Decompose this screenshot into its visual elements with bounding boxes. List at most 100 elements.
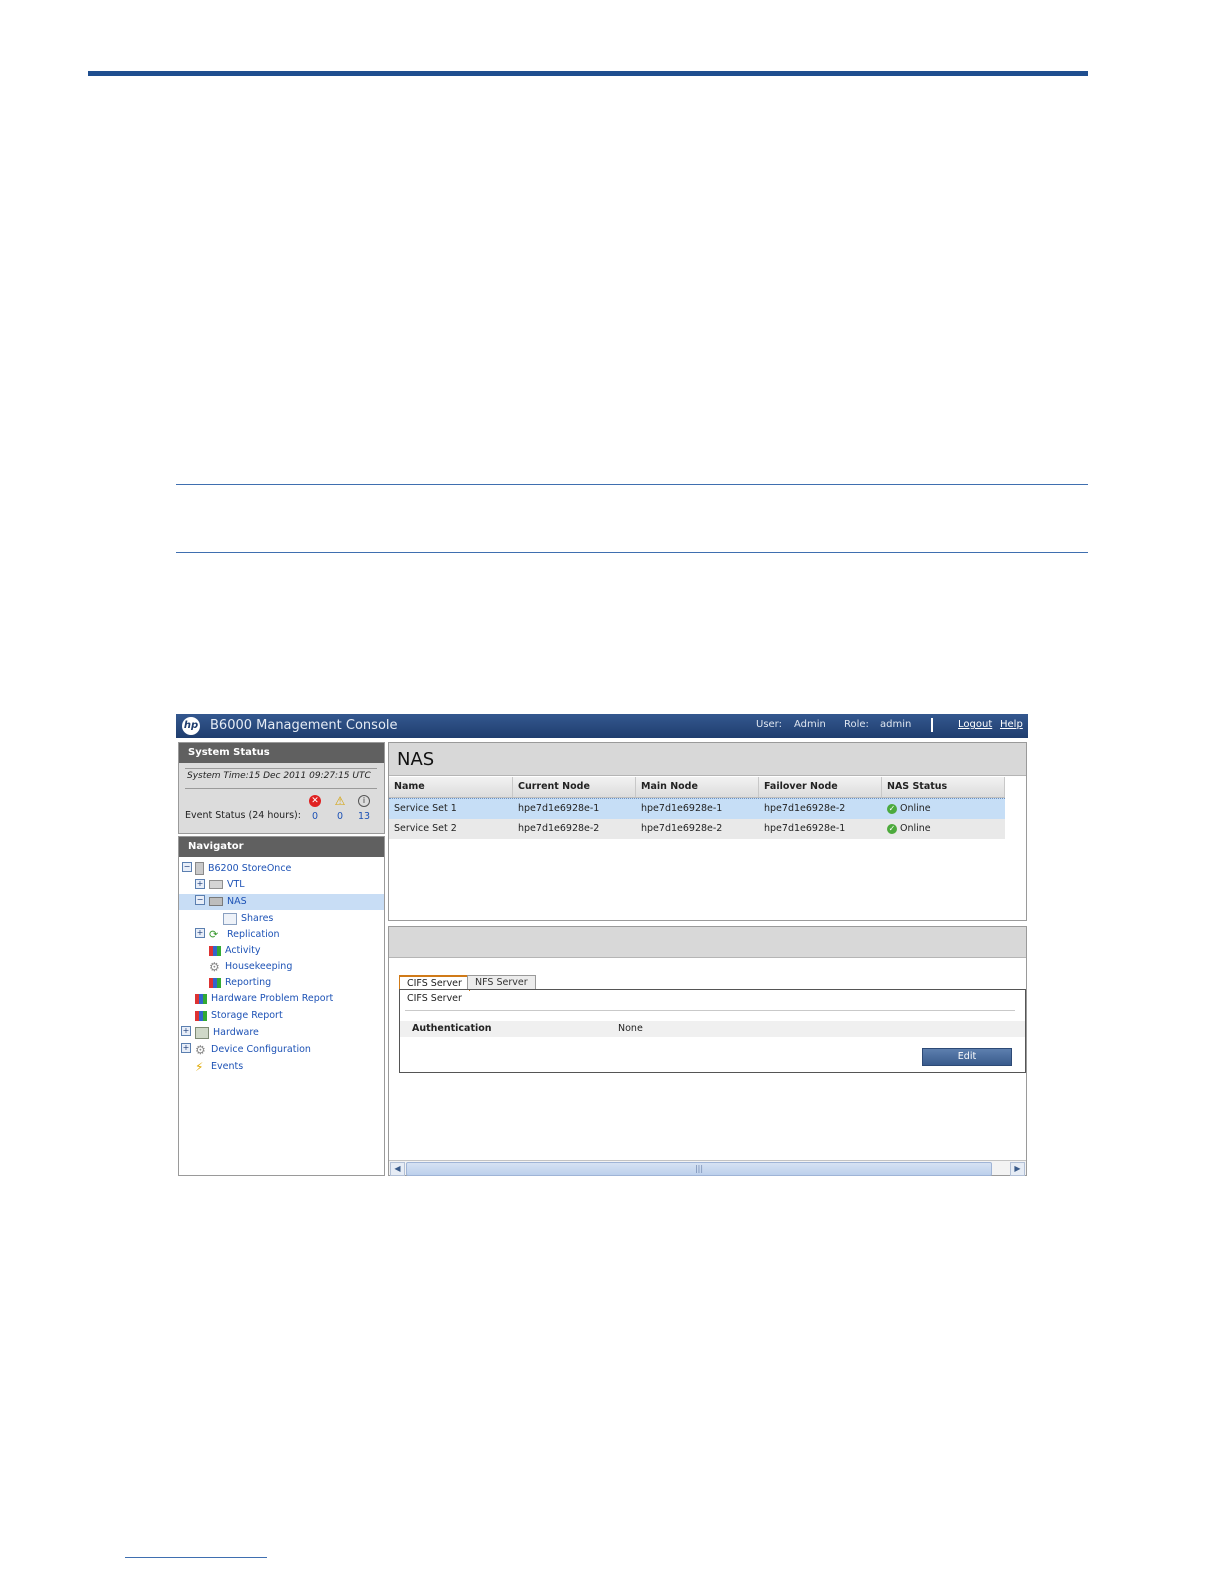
nav-label: Storage Report: [211, 1010, 283, 1021]
hp-logo-icon: hp: [182, 717, 200, 735]
edit-button[interactable]: Edit: [922, 1048, 1012, 1066]
gear-icon: ⚙: [209, 959, 220, 974]
nav-label: Events: [211, 1061, 244, 1072]
collapse-icon[interactable]: −: [195, 895, 205, 905]
user-value: Admin: [794, 719, 826, 730]
hardware-icon: [195, 1026, 209, 1039]
cell-current-node: hpe7d1e6928e-1: [518, 803, 600, 814]
divider: [185, 788, 377, 789]
error-icon: ✕: [309, 795, 321, 807]
cell-main-node: hpe7d1e6928e-1: [641, 803, 723, 814]
nav-label: Reporting: [225, 977, 272, 988]
cell-name: Service Set 1: [394, 803, 457, 814]
nav-label: VTL: [227, 879, 245, 890]
nav-label: Replication: [227, 929, 280, 940]
detail-panel-header: [389, 927, 1026, 958]
nav-label: Housekeeping: [225, 961, 293, 972]
nav-item-shares[interactable]: Shares: [223, 911, 273, 926]
info-count[interactable]: 13: [358, 811, 370, 822]
tape-library-icon: [209, 880, 223, 889]
cell-status: ✓ Online: [882, 819, 1005, 839]
divider: [405, 1010, 1015, 1011]
server-icon: [195, 862, 204, 875]
logout-link[interactable]: Logout: [958, 719, 992, 730]
expand-icon[interactable]: +: [195, 928, 205, 938]
shares-icon: [223, 912, 237, 925]
column-header-current-node[interactable]: Current Node: [513, 777, 636, 797]
online-check-icon: ✓: [887, 803, 897, 814]
expand-icon[interactable]: +: [181, 1043, 191, 1053]
page-top-rule: [88, 71, 1088, 76]
authentication-label: Authentication: [412, 1023, 492, 1034]
nav-label: B6200 StoreOnce: [208, 863, 292, 874]
cifs-server-tab-content: CIFS Server Authentication None Edit: [399, 989, 1026, 1073]
section-label: CIFS Server: [407, 993, 462, 1004]
replication-icon: ⟳: [209, 927, 219, 941]
nav-label: Device Configuration: [211, 1044, 311, 1055]
nav-item-hardware[interactable]: Hardware: [195, 1025, 259, 1040]
authentication-value: None: [618, 1023, 643, 1034]
info-icon: i: [358, 795, 370, 807]
nav-item-storage-report[interactable]: Storage Report: [195, 1008, 283, 1023]
system-status-title: System Status: [179, 743, 384, 763]
page-title: NAS: [389, 743, 1026, 776]
collapse-icon[interactable]: −: [182, 862, 192, 872]
column-header-failover-node[interactable]: Failover Node: [759, 777, 882, 797]
divider: [185, 768, 377, 769]
nas-icon: [209, 897, 223, 906]
tab-nfs-server[interactable]: NFS Server: [467, 975, 536, 990]
nav-label: Activity: [225, 945, 261, 956]
header-separator: [931, 718, 933, 732]
cell-name: Service Set 2: [394, 823, 457, 834]
expand-icon[interactable]: +: [195, 879, 205, 889]
event-status-label: Event Status (24 hours):: [185, 810, 301, 821]
column-header-main-node[interactable]: Main Node: [636, 777, 759, 797]
column-header-name[interactable]: Name: [389, 777, 513, 797]
error-count[interactable]: 0: [312, 811, 318, 822]
nav-item-vtl[interactable]: VTL: [209, 877, 245, 892]
cell-status: ✓ Online: [882, 799, 1005, 819]
console-header: hp B6000 Management Console User: Admin …: [176, 714, 1028, 738]
scroll-right-icon[interactable]: ▶: [1010, 1162, 1025, 1176]
scroll-left-icon[interactable]: ◀: [390, 1162, 405, 1176]
note-top-rule: [176, 484, 1088, 485]
nav-item-events[interactable]: ⚡ Events: [195, 1059, 243, 1074]
nav-item-reporting[interactable]: Reporting: [209, 975, 271, 990]
online-check-icon: ✓: [887, 823, 897, 834]
role-label: Role:: [844, 719, 869, 730]
footer-rule: [125, 1557, 267, 1558]
table-row[interactable]: Service Set 2 hpe7d1e6928e-2 hpe7d1e6928…: [389, 819, 1005, 839]
nav-item-hardware-problem-report[interactable]: Hardware Problem Report: [195, 991, 333, 1006]
nav-item-replication[interactable]: ⟳ Replication: [209, 927, 280, 942]
nav-item-nas[interactable]: NAS: [209, 894, 247, 909]
nav-item-device-configuration[interactable]: ⚙ Device Configuration: [195, 1042, 311, 1057]
warning-icon: ⚠: [334, 794, 346, 808]
navigator-title: Navigator: [179, 837, 384, 857]
status-text: Online: [900, 823, 931, 834]
table-row[interactable]: Service Set 1 hpe7d1e6928e-1 hpe7d1e6928…: [389, 798, 1005, 820]
nav-item-activity[interactable]: Activity: [209, 943, 261, 958]
bar-chart-icon: [209, 977, 221, 988]
warning-count[interactable]: 0: [337, 811, 343, 822]
nav-item-b6200-storeonce[interactable]: B6200 StoreOnce: [195, 861, 291, 876]
bar-chart-icon: [195, 993, 207, 1004]
cell-failover-node: hpe7d1e6928e-2: [764, 803, 846, 814]
nav-label: Shares: [241, 913, 274, 924]
scroll-thumb[interactable]: |||: [406, 1162, 992, 1176]
bar-chart-icon: [195, 1010, 207, 1021]
gear-icon: ⚙: [195, 1042, 206, 1057]
cell-failover-node: hpe7d1e6928e-1: [764, 823, 846, 834]
status-text: Online: [900, 803, 931, 814]
column-header-nas-status[interactable]: NAS Status: [882, 777, 1005, 797]
note-bottom-rule: [176, 552, 1088, 553]
expand-icon[interactable]: +: [181, 1026, 191, 1036]
navigator-panel: Navigator − B6200 StoreOnce + VTL − NAS …: [178, 836, 385, 1176]
cell-main-node: hpe7d1e6928e-2: [641, 823, 723, 834]
table-header-row: Name Current Node Main Node Failover Nod…: [389, 777, 1005, 798]
system-time: System Time:15 Dec 2011 09:27:15 UTC: [187, 771, 371, 781]
nav-item-housekeeping[interactable]: ⚙ Housekeeping: [209, 959, 292, 974]
detail-panel: CIFS Server NFS Server CIFS Server Authe…: [388, 926, 1027, 1176]
horizontal-scrollbar[interactable]: ◀ ||| ▶: [389, 1160, 1026, 1176]
help-link[interactable]: Help: [1000, 719, 1023, 730]
nav-label: Hardware Problem Report: [211, 993, 334, 1004]
